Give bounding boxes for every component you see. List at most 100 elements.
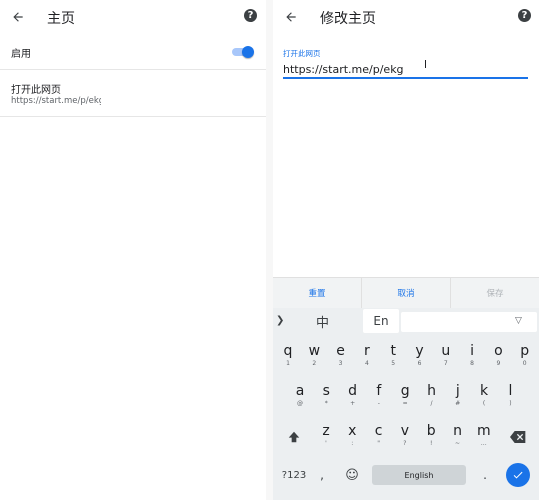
app-bar: 修改主页 ? bbox=[273, 0, 539, 34]
key-letter: z bbox=[322, 423, 330, 439]
key-m[interactable]: m… bbox=[472, 422, 496, 458]
key-secondary: # bbox=[455, 400, 461, 407]
key-secondary: 1 bbox=[286, 360, 290, 367]
key-s[interactable]: s * bbox=[314, 382, 338, 418]
text-cursor bbox=[425, 60, 426, 68]
key-letter: p bbox=[520, 343, 530, 359]
key-letter: u bbox=[441, 343, 451, 359]
key-letter: w bbox=[308, 343, 321, 359]
back-arrow-icon[interactable] bbox=[7, 6, 29, 28]
period-key[interactable]: . bbox=[478, 466, 492, 484]
key-secondary: ! bbox=[429, 440, 433, 447]
key-h[interactable]: h / bbox=[420, 382, 444, 418]
key-e[interactable]: e3 bbox=[329, 342, 353, 378]
help-icon[interactable]: ? bbox=[244, 9, 257, 22]
key-secondary: ' bbox=[325, 440, 327, 447]
key-secondary: @ bbox=[297, 400, 303, 407]
key-p[interactable]: p0 bbox=[513, 342, 537, 378]
enable-homepage-row[interactable]: 启用 bbox=[0, 34, 266, 69]
shift-key-icon[interactable] bbox=[283, 426, 305, 448]
key-letter: o bbox=[494, 343, 503, 359]
key-q[interactable]: q1 bbox=[276, 342, 300, 378]
key-r[interactable]: r4 bbox=[355, 342, 379, 378]
key-t[interactable]: t5 bbox=[381, 342, 405, 378]
screen-separator bbox=[266, 0, 273, 500]
soft-keyboard: ❯ 中 En ▽ q1w2e3r4t5y6u7i8o9p0 a @ s * d + f - g =… bbox=[273, 308, 539, 500]
key-d[interactable]: d + bbox=[341, 382, 365, 418]
key-j[interactable]: j # bbox=[446, 382, 470, 418]
homepage-url-input[interactable] bbox=[283, 61, 528, 79]
key-v[interactable]: v? bbox=[393, 422, 417, 458]
page-title: 主页 bbox=[47, 11, 75, 27]
key-z[interactable]: z ' bbox=[314, 422, 338, 458]
edit-homepage-screen: 修改主页 ? 打开此网页 重置 取消 保存 ❯ 中 En ▽ q1w2e3r4t… bbox=[273, 0, 539, 500]
key-n[interactable]: n ~ bbox=[446, 422, 470, 458]
key-u[interactable]: u7 bbox=[434, 342, 458, 378]
keyboard-toolbar: ❯ 中 En ▽ bbox=[273, 308, 539, 336]
emoji-key-icon[interactable]: ☺ bbox=[341, 465, 363, 485]
key-l[interactable]: l) bbox=[498, 382, 522, 418]
page-title: 修改主页 bbox=[320, 11, 376, 27]
key-letter: n bbox=[453, 423, 462, 439]
chinese-mode-key[interactable]: 中 bbox=[316, 312, 329, 331]
key-letter: s bbox=[322, 383, 330, 399]
open-page-label: 打开此网页 bbox=[11, 85, 61, 96]
key-x[interactable]: x: bbox=[340, 422, 364, 458]
key-secondary: 7 bbox=[443, 360, 448, 367]
key-letter: q bbox=[283, 343, 293, 359]
key-secondary: ~ bbox=[454, 440, 461, 447]
space-key[interactable]: English bbox=[372, 465, 466, 485]
enter-key[interactable] bbox=[506, 463, 530, 487]
key-letter: k bbox=[480, 383, 489, 399]
key-letter: h bbox=[427, 383, 436, 399]
key-f[interactable]: f- bbox=[367, 382, 391, 418]
back-arrow-icon[interactable] bbox=[280, 6, 302, 28]
enable-toggle[interactable] bbox=[232, 45, 254, 59]
enable-label: 启用 bbox=[11, 49, 31, 60]
key-secondary: + bbox=[350, 400, 356, 407]
key-secondary: " bbox=[377, 440, 380, 447]
expand-arrow-icon[interactable]: ❯ bbox=[276, 315, 284, 326]
backspace-key-icon[interactable] bbox=[507, 426, 529, 448]
cancel-button[interactable]: 取消 bbox=[362, 278, 451, 308]
key-o[interactable]: o9 bbox=[486, 342, 510, 378]
homepage-url: https://start.me/p/ekg bbox=[11, 96, 101, 106]
url-field-label: 打开此网页 bbox=[283, 49, 321, 58]
key-letter: t bbox=[390, 343, 396, 359]
key-w[interactable]: w2 bbox=[302, 342, 326, 378]
key-letter: y bbox=[415, 343, 424, 359]
key-letter: v bbox=[400, 423, 410, 439]
key-letter: l bbox=[508, 383, 513, 399]
key-secondary: 5 bbox=[391, 360, 396, 367]
homepage-settings-screen: 主页 ? 启用 打开此网页 https://start.me/p/ekg bbox=[0, 0, 266, 500]
comma-key[interactable]: , bbox=[313, 466, 331, 484]
reset-button[interactable]: 重置 bbox=[273, 278, 362, 308]
symbols-key[interactable]: ?123 bbox=[279, 466, 309, 484]
key-a[interactable]: a @ bbox=[288, 382, 312, 418]
app-bar: 主页 ? bbox=[0, 0, 266, 34]
key-secondary: 6 bbox=[417, 360, 422, 367]
key-secondary: - bbox=[377, 400, 380, 407]
save-button[interactable]: 保存 bbox=[451, 278, 539, 308]
key-secondary: 8 bbox=[470, 360, 474, 367]
key-secondary: 2 bbox=[312, 360, 317, 367]
key-letter: f bbox=[376, 383, 382, 399]
key-secondary: 9 bbox=[496, 360, 501, 367]
toggle-thumb bbox=[242, 46, 254, 58]
key-b[interactable]: b! bbox=[419, 422, 443, 458]
key-k[interactable]: k( bbox=[472, 382, 496, 418]
key-g[interactable]: g = bbox=[393, 382, 417, 418]
key-c[interactable]: c " bbox=[367, 422, 391, 458]
key-secondary: ( bbox=[482, 400, 486, 407]
key-letter: c bbox=[374, 423, 383, 439]
key-i[interactable]: i8 bbox=[460, 342, 484, 378]
key-y[interactable]: y6 bbox=[408, 342, 432, 378]
collapse-keyboard-icon[interactable]: ▽ bbox=[515, 316, 522, 326]
english-mode-label: En bbox=[373, 314, 389, 328]
key-letter: m bbox=[476, 423, 491, 439]
english-mode-key[interactable]: En bbox=[363, 309, 399, 333]
open-page-row[interactable]: 打开此网页 https://start.me/p/ekg bbox=[0, 70, 266, 116]
help-icon[interactable]: ? bbox=[518, 9, 531, 22]
key-secondary: : bbox=[351, 440, 354, 447]
key-secondary: ) bbox=[509, 400, 512, 407]
